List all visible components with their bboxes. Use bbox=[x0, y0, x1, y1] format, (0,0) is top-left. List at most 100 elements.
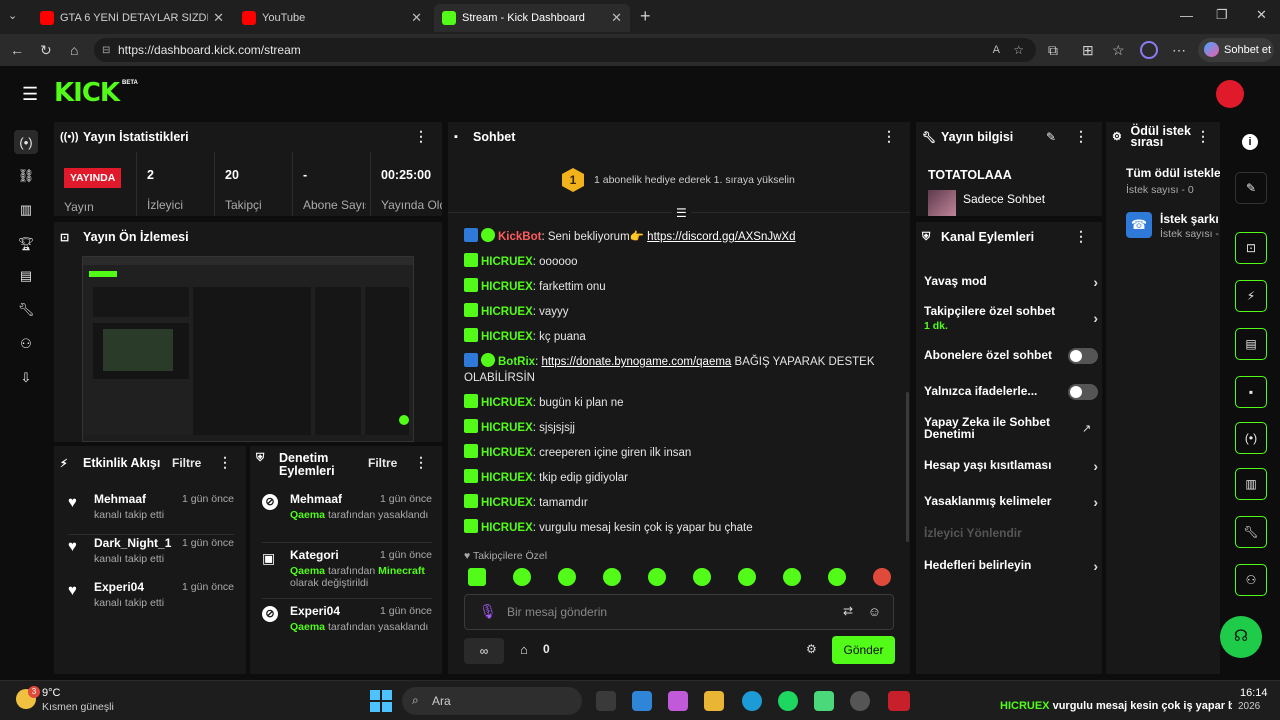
chat-settings-icon[interactable]: ⚙ bbox=[806, 642, 817, 656]
stream-preview-video[interactable] bbox=[82, 256, 414, 442]
chat-menu-icon[interactable]: ⋮ bbox=[882, 128, 896, 145]
user-avatar[interactable] bbox=[1216, 80, 1244, 108]
sidebar-upload-icon[interactable]: ⇩ bbox=[14, 366, 38, 390]
action-emotes-only[interactable]: Yalnızca ifadelerle... bbox=[924, 384, 1098, 400]
all-requests-label[interactable]: Tüm ödül istekleri bbox=[1126, 166, 1220, 180]
voicemeeter-icon[interactable] bbox=[888, 691, 910, 711]
copilot-app-icon[interactable] bbox=[668, 691, 688, 711]
chat-username[interactable]: HICRUEX bbox=[481, 472, 533, 484]
maximize-icon[interactable]: ❐ bbox=[1216, 7, 1228, 23]
sidebar-wrench-icon[interactable]: 🔧︎ bbox=[14, 298, 38, 322]
reward-item-name[interactable]: İstek şarkı bbox=[1160, 212, 1219, 226]
chat-message-input[interactable]: 🎙︎ Bir mesaj gönderin ⇄ ☺ bbox=[464, 594, 894, 630]
gift-store-icon[interactable]: ⌂ bbox=[520, 642, 528, 657]
info-icon[interactable]: i bbox=[1242, 134, 1258, 150]
moderation-menu-icon[interactable]: ⋮ bbox=[414, 454, 428, 471]
community-tool-button[interactable]: ⚇ bbox=[1235, 564, 1267, 596]
clock-date[interactable]: 2026 bbox=[1238, 701, 1260, 712]
tab-kick-dashboard[interactable]: Stream - Kick Dashboard ✕ bbox=[434, 4, 630, 32]
chat-message[interactable]: HICRUEX: bugün ki plan ne bbox=[464, 394, 896, 411]
chat-username[interactable]: KickBot bbox=[498, 231, 541, 243]
chat-username[interactable]: HICRUEX bbox=[481, 281, 533, 293]
emote-icon[interactable] bbox=[468, 568, 486, 586]
category-thumbnail[interactable] bbox=[928, 190, 956, 216]
edit-pencil-icon[interactable]: ✎ bbox=[1046, 130, 1056, 144]
back-icon[interactable]: ← bbox=[10, 42, 24, 58]
chat-scrollbar[interactable] bbox=[906, 392, 909, 542]
file-explorer-icon[interactable] bbox=[704, 691, 724, 711]
chat-message[interactable]: HICRUEX: creeperen içine giren ilk insan bbox=[464, 444, 896, 461]
spotify-icon[interactable] bbox=[778, 691, 798, 711]
favorite-star-icon[interactable]: ☆ bbox=[1013, 43, 1024, 57]
emote-icon[interactable] bbox=[693, 568, 711, 586]
emote-icon[interactable] bbox=[738, 568, 756, 586]
task-view-icon[interactable] bbox=[596, 691, 616, 711]
edit-layout-button[interactable]: ✎ bbox=[1235, 172, 1267, 204]
hamburger-menu-icon[interactable]: ☰ bbox=[22, 84, 38, 105]
action-set-goals[interactable]: Hedefleri belirleyin › bbox=[924, 558, 1098, 574]
chat-username[interactable]: HICRUEX bbox=[481, 497, 533, 509]
stats-menu-icon[interactable]: ⋮ bbox=[414, 128, 428, 145]
emote-icon[interactable] bbox=[873, 568, 891, 586]
sidebar-link-icon[interactable]: ⛓ bbox=[14, 164, 38, 188]
close-tab-icon[interactable]: ✕ bbox=[411, 10, 422, 26]
edge-icon[interactable] bbox=[742, 691, 762, 711]
chat-username[interactable]: HICRUEX bbox=[481, 447, 533, 459]
more-menu-icon[interactable]: ⋯ bbox=[1172, 42, 1186, 59]
stream-info-menu-icon[interactable]: ⋮ bbox=[1074, 128, 1088, 145]
emote-icon[interactable] bbox=[648, 568, 666, 586]
chat-username[interactable]: HICRUEX bbox=[481, 397, 533, 409]
broadcast-tool-button[interactable]: (•) bbox=[1235, 422, 1267, 454]
list-item[interactable]: ⊘ Experi04 Qaema tarafından yasaklandı 1… bbox=[262, 604, 432, 633]
activity-menu-icon[interactable]: ⋮ bbox=[218, 454, 232, 471]
url-field[interactable]: ⊟ https://dashboard.kick.com/stream A ☆ bbox=[94, 38, 1036, 62]
moderation-filter-button[interactable]: Filtre bbox=[368, 456, 397, 470]
emote-icon[interactable] bbox=[513, 568, 531, 586]
microphone-icon[interactable]: 🎙︎ bbox=[479, 603, 497, 620]
category-name[interactable]: Sadece Sohbet bbox=[963, 192, 1045, 206]
chat-message[interactable]: HICRUEX: tamamdır bbox=[464, 494, 896, 511]
close-tab-icon[interactable]: ✕ bbox=[611, 10, 622, 26]
copilot-button[interactable]: Sohbet et bbox=[1198, 38, 1274, 62]
send-button[interactable]: Gönder bbox=[832, 636, 895, 664]
tab-gta[interactable]: GTA 6 YENİ DETAYLAR SIZDI! YENİ ✕ bbox=[32, 4, 232, 32]
translate-icon[interactable]: ⇄ bbox=[843, 604, 853, 618]
split-screen-icon[interactable]: ⊞ bbox=[1082, 42, 1094, 59]
chat-username[interactable]: HICRUEX bbox=[481, 522, 533, 534]
preview-tool-button[interactable]: ⊡ bbox=[1235, 232, 1267, 264]
windows-start-icon[interactable] bbox=[370, 690, 392, 712]
emote-icon[interactable] bbox=[603, 568, 621, 586]
chat-link[interactable]: https://discord.gg/AXSnJwXd bbox=[647, 231, 795, 243]
extensions-icon[interactable]: ⧉ bbox=[1048, 42, 1058, 59]
chat-username[interactable]: HICRUEX bbox=[481, 256, 533, 268]
emotes-only-toggle[interactable] bbox=[1068, 384, 1098, 400]
emote-icon[interactable] bbox=[828, 568, 846, 586]
sidebar-community-icon[interactable]: ⚇ bbox=[14, 332, 38, 356]
action-banned-words[interactable]: Yasaklanmış kelimeler › bbox=[924, 494, 1098, 510]
activity-filter-button[interactable]: Filtre bbox=[172, 456, 201, 470]
chat-message[interactable]: BotRix: https://donate.bynogame.com/qaem… bbox=[464, 353, 896, 386]
clock-time[interactable]: 16:14 bbox=[1240, 687, 1268, 699]
notes-tool-button[interactable]: ▤ bbox=[1235, 328, 1267, 360]
wrench-tool-button[interactable]: 🔧︎ bbox=[1235, 516, 1267, 548]
tab-youtube[interactable]: YouTube ✕ bbox=[234, 4, 430, 32]
help-chat-button[interactable]: ☊ bbox=[1220, 616, 1262, 658]
list-item[interactable]: ♥ Experi04 kanalı takip etti 1 gün önce bbox=[68, 580, 234, 609]
chat-username[interactable]: HICRUEX bbox=[481, 306, 533, 318]
chat-username[interactable]: BotRix bbox=[498, 356, 535, 368]
close-tab-icon[interactable]: ✕ bbox=[213, 10, 224, 26]
chat-message[interactable]: HICRUEX: sjsjsjsjj bbox=[464, 419, 896, 436]
emote-icon[interactable] bbox=[783, 568, 801, 586]
channel-actions-menu-icon[interactable]: ⋮ bbox=[1074, 228, 1088, 245]
chat-message[interactable]: HICRUEX: farkettim onu bbox=[464, 278, 896, 295]
read-aloud-icon[interactable]: A bbox=[993, 44, 1000, 56]
list-item[interactable]: ♥ Dark_Night_1 kanalı takip etti 1 gün ö… bbox=[68, 536, 234, 565]
chat-username[interactable]: HICRUEX bbox=[481, 331, 533, 343]
sidebar-analytics-icon[interactable]: ▥ bbox=[14, 198, 38, 222]
favorites-icon[interactable]: ☆ bbox=[1112, 42, 1125, 59]
chat-username[interactable]: HICRUEX bbox=[481, 422, 533, 434]
emote-icon[interactable] bbox=[558, 568, 576, 586]
close-window-icon[interactable]: ✕ bbox=[1256, 7, 1267, 23]
taskbar-search[interactable]: ⌕ Ara bbox=[402, 687, 582, 715]
sidebar-stream-icon[interactable]: (•) bbox=[14, 130, 38, 154]
